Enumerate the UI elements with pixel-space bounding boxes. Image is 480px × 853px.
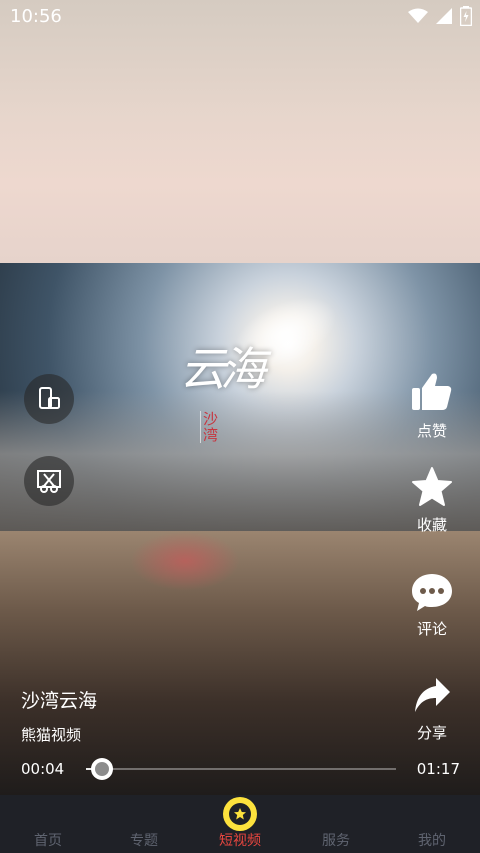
tab-topics-label: 专题 bbox=[130, 833, 158, 849]
screenshot-cut-icon bbox=[37, 470, 61, 493]
signal-icon bbox=[436, 8, 452, 24]
status-icons bbox=[408, 6, 472, 26]
tab-services-label: 服务 bbox=[322, 833, 350, 849]
screen-rotate-button[interactable] bbox=[24, 374, 74, 424]
progress-track[interactable] bbox=[86, 768, 396, 770]
background-top bbox=[0, 0, 480, 263]
comment-icon bbox=[412, 574, 452, 611]
video-author[interactable]: 熊猫视频 bbox=[21, 724, 81, 745]
like-label: 点赞 bbox=[416, 422, 447, 440]
background-bottom bbox=[0, 531, 480, 795]
tab-home-label: 首页 bbox=[34, 833, 62, 849]
tab-home[interactable]: 首页 bbox=[0, 795, 96, 853]
tab-topics[interactable]: 专题 bbox=[96, 795, 192, 853]
screenshot-cut-button[interactable] bbox=[24, 456, 74, 506]
short-video-icon bbox=[223, 797, 257, 831]
share-button[interactable]: 分享 bbox=[403, 676, 461, 743]
video-title: 沙湾云海 bbox=[21, 690, 98, 712]
comment-button[interactable]: 评论 bbox=[403, 572, 461, 639]
favorite-button[interactable]: 收藏 bbox=[403, 466, 461, 535]
tab-short-video-label: 短视频 bbox=[219, 833, 261, 849]
thumbs-up-icon bbox=[412, 373, 452, 410]
favorite-label: 收藏 bbox=[416, 516, 447, 534]
wifi-icon bbox=[408, 8, 428, 23]
bottom-tab-bar: 首页 专题 短视频 服务 我的 bbox=[0, 795, 480, 853]
tab-services[interactable]: 服务 bbox=[288, 795, 384, 853]
screen-rotate-icon bbox=[39, 387, 60, 409]
share-label: 分享 bbox=[416, 724, 447, 742]
battery-icon bbox=[460, 6, 472, 26]
status-bar: 10:56 bbox=[0, 0, 480, 34]
current-time: 00:04 bbox=[21, 760, 65, 778]
star-icon bbox=[412, 467, 452, 506]
background-blur bbox=[130, 531, 240, 591]
duration: 01:17 bbox=[416, 760, 460, 778]
tab-mine-label: 我的 bbox=[418, 833, 446, 849]
progress-handle[interactable] bbox=[91, 758, 114, 780]
tab-short-video[interactable]: 短视频 bbox=[192, 795, 288, 853]
comment-label: 评论 bbox=[416, 620, 447, 638]
video-logo-main: 云海 bbox=[180, 342, 266, 396]
status-time: 10:56 bbox=[10, 6, 62, 27]
like-button[interactable]: 点赞 bbox=[403, 370, 461, 441]
tab-mine[interactable]: 我的 bbox=[384, 795, 480, 853]
video-logo-sub: 沙湾 bbox=[200, 411, 225, 443]
share-icon bbox=[415, 678, 450, 712]
